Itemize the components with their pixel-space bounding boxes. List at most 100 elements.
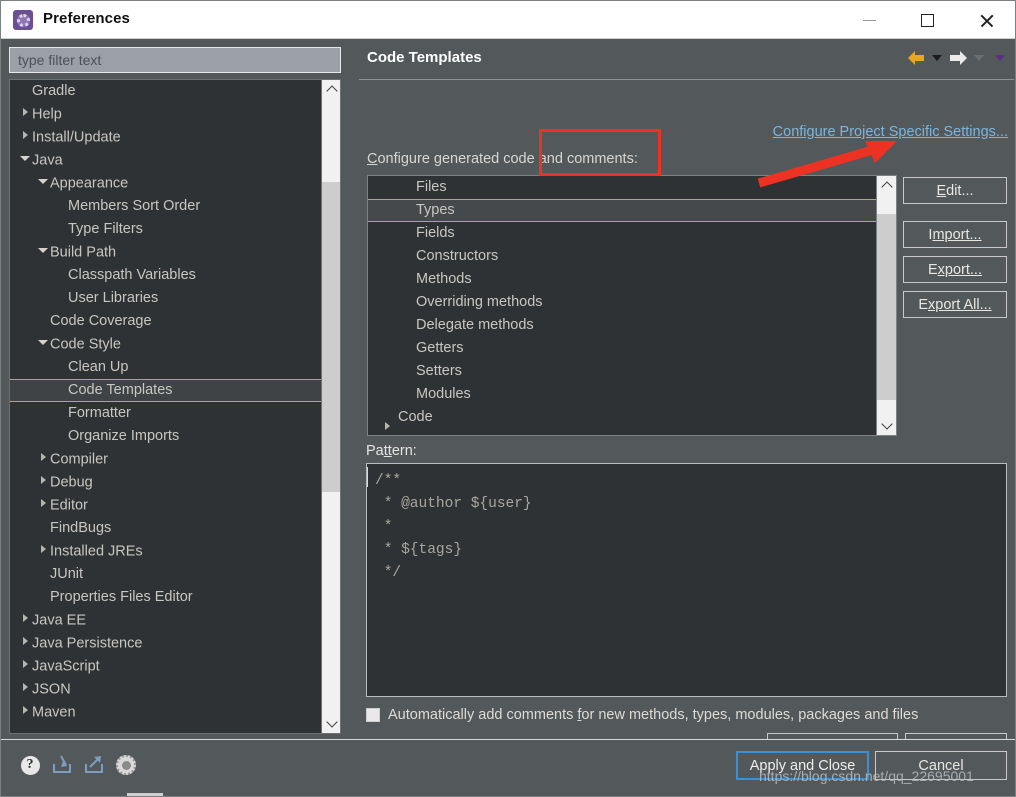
template-item-files[interactable]: Files — [368, 176, 896, 199]
sidebar-item-organize-imports[interactable]: Organize Imports — [10, 425, 321, 448]
export-all-button[interactable]: Export All... — [903, 291, 1007, 318]
chevron-right-icon[interactable] — [18, 608, 32, 631]
chevron-down-icon[interactable] — [36, 332, 50, 355]
sidebar-item-install-update[interactable]: Install/Update — [10, 126, 321, 149]
template-item-methods[interactable]: Methods — [368, 268, 896, 291]
template-item-delegate-methods[interactable]: Delegate methods — [368, 314, 896, 337]
chevron-right-icon[interactable] — [18, 654, 32, 677]
template-item-modules[interactable]: Modules — [368, 383, 896, 406]
sidebar-item-label: Code Coverage — [50, 313, 152, 329]
menu-chevron-down-icon[interactable] — [995, 55, 1005, 61]
list-scrollbar-thumb[interactable] — [877, 214, 896, 400]
sidebar-item-classpath-variables[interactable]: Classpath Variables — [10, 264, 321, 287]
chevron-right-icon[interactable] — [36, 447, 50, 470]
sidebar-item-build-path[interactable]: Build Path — [10, 241, 321, 264]
sidebar-item-type-filters[interactable]: Type Filters — [10, 218, 321, 241]
chevron-down-icon[interactable] — [36, 240, 50, 263]
settings-button[interactable] — [113, 752, 139, 778]
minimize-icon — [862, 19, 876, 21]
auto-comments-checkbox[interactable] — [366, 708, 380, 722]
sidebar-item-json[interactable]: JSON — [10, 678, 321, 701]
code-templates-panel: Code Templates Configure Project Specifi… — [357, 39, 1015, 761]
configure-label-rest: onfigure generated code and comments: — [377, 151, 638, 167]
sidebar-item-javascript[interactable]: JavaScript — [10, 655, 321, 678]
template-item-overriding-methods[interactable]: Overriding methods — [368, 291, 896, 314]
list-scroll-up-button[interactable] — [877, 176, 896, 195]
sidebar-item-junit[interactable]: JUnit — [10, 563, 321, 586]
settings-gear-icon — [116, 755, 136, 775]
chevron-right-icon[interactable] — [36, 470, 50, 493]
chevron-right-icon[interactable] — [18, 125, 32, 148]
edit-button[interactable]: Edit... — [903, 177, 1007, 204]
sidebar-item-installed-jres[interactable]: Installed JREs — [10, 540, 321, 563]
chevron-right-icon[interactable] — [18, 677, 32, 700]
filter-box[interactable] — [9, 47, 341, 73]
chevron-down-icon[interactable] — [36, 171, 50, 194]
chevron-right-icon[interactable] — [18, 631, 32, 654]
sidebar-item-user-libraries[interactable]: User Libraries — [10, 287, 321, 310]
minimize-button[interactable] — [846, 1, 892, 39]
sidebar-item-debug[interactable]: Debug — [10, 471, 321, 494]
pattern-textarea[interactable]: /** * @author ${user} * * ${tags} */ — [366, 463, 1007, 697]
chevron-right-icon[interactable] — [18, 102, 32, 125]
sidebar-item-code-coverage[interactable]: Code Coverage — [10, 310, 321, 333]
preferences-tree[interactable]: Gradle Help Install/Update Java Appearance Me… — [9, 79, 341, 734]
maximize-button[interactable] — [904, 1, 950, 39]
help-button[interactable]: ? — [17, 752, 43, 778]
sidebar-item-java[interactable]: Java — [10, 149, 321, 172]
list-scroll-down-button[interactable] — [877, 416, 896, 435]
sidebar-item-help[interactable]: Help — [10, 103, 321, 126]
chevron-right-icon[interactable] — [380, 406, 394, 429]
template-item-constructors[interactable]: Constructors — [368, 245, 896, 268]
sidebar-item-code-style[interactable]: Code Style — [10, 333, 321, 356]
sidebar-item-clean-up[interactable]: Clean Up — [10, 356, 321, 379]
pattern-label-pre: Pa — [366, 443, 384, 459]
sidebar-item-gradle[interactable]: Gradle — [10, 80, 321, 103]
sidebar-item-label: Code Templates — [68, 382, 173, 398]
scrollbar-thumb[interactable] — [322, 182, 340, 492]
sidebar-item-label: Clean Up — [68, 359, 129, 375]
import-button-right[interactable]: Import... — [903, 221, 1007, 248]
sidebar-item-maven[interactable]: Maven — [10, 701, 321, 724]
sidebar-item-findbugs[interactable]: FindBugs — [10, 517, 321, 540]
chevron-right-icon[interactable] — [36, 539, 50, 562]
sidebar-item-editor[interactable]: Editor — [10, 494, 321, 517]
export-button[interactable] — [81, 752, 107, 778]
sidebar-item-java-ee[interactable]: Java EE — [10, 609, 321, 632]
template-list-scrollbar[interactable] — [876, 176, 896, 435]
sidebar-item-members-sort-order[interactable]: Members Sort Order — [10, 195, 321, 218]
sidebar-item-properties-files-editor[interactable]: Properties Files Editor — [10, 586, 321, 609]
auto-comments-checkbox-row[interactable]: Automatically add comments for new metho… — [366, 707, 918, 723]
forward-arrow-icon[interactable] — [950, 51, 967, 65]
template-list[interactable]: Files Types Fields Constructors Methods Overr… — [367, 175, 897, 436]
back-arrow-icon[interactable] — [908, 51, 925, 65]
template-item-code[interactable]: Code — [368, 406, 896, 429]
template-item-fields[interactable]: Fields — [368, 222, 896, 245]
import-button[interactable] — [49, 752, 75, 778]
close-button[interactable] — [963, 1, 1009, 39]
tree-scrollbar[interactable] — [321, 80, 340, 733]
text-cursor — [367, 467, 368, 487]
header-divider — [359, 79, 1014, 80]
scroll-down-button[interactable] — [322, 714, 340, 733]
configure-project-specific-settings-link[interactable]: Configure Project Specific Settings... — [773, 124, 1008, 140]
template-item-types[interactable]: Types — [368, 199, 877, 222]
sidebar-item-java-persistence[interactable]: Java Persistence — [10, 632, 321, 655]
chevron-right-icon[interactable] — [36, 493, 50, 516]
template-item-setters[interactable]: Setters — [368, 360, 896, 383]
sidebar-item-compiler[interactable]: Compiler — [10, 448, 321, 471]
scroll-up-button[interactable] — [322, 80, 340, 99]
preferences-dialog: Preferences Gradle Help Install/Update Java… — [0, 0, 1016, 797]
forward-dropdown-chevron-down-icon[interactable] — [974, 55, 984, 61]
template-item-label: Types — [416, 202, 455, 218]
chevron-down-icon[interactable] — [18, 148, 32, 171]
chevron-right-icon[interactable] — [18, 700, 32, 723]
sidebar-item-formatter[interactable]: Formatter — [10, 402, 321, 425]
search-input[interactable] — [16, 48, 340, 72]
sidebar-item-code-templates[interactable]: Code Templates — [10, 379, 321, 402]
export-button-right[interactable]: Export... — [903, 256, 1007, 283]
sidebar-item-appearance[interactable]: Appearance — [10, 172, 321, 195]
watermark-text: https://blog.csdn.net/qq_22695001 — [759, 768, 974, 784]
back-dropdown-chevron-down-icon[interactable] — [932, 55, 942, 61]
template-item-getters[interactable]: Getters — [368, 337, 896, 360]
